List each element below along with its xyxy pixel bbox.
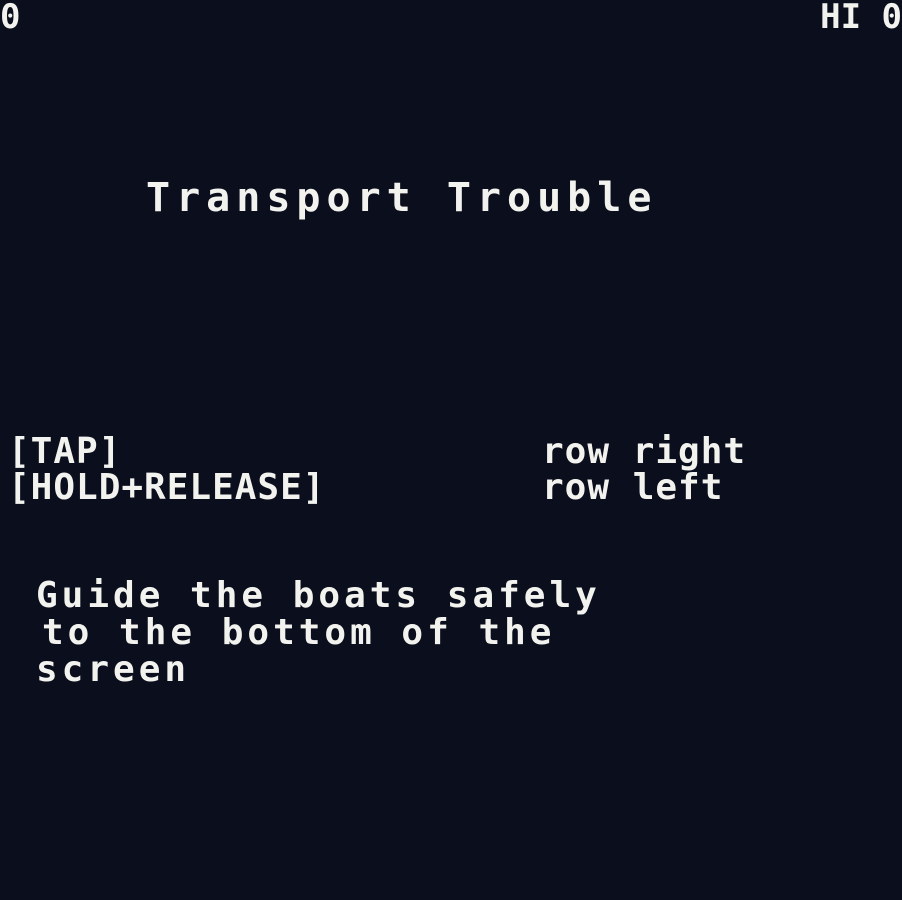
game-title: Transport Trouble — [146, 175, 658, 221]
control-tap-action: row right — [542, 431, 747, 472]
score-display: 0 — [0, 0, 21, 37]
game-screen[interactable]: { "hud": { "score": "0", "hi_score": "HI… — [0, 0, 902, 900]
description-line: Guide the boats safely — [36, 575, 601, 616]
control-hold-key: [HOLD+RELEASE] — [8, 467, 326, 508]
description-line: to the bottom of the — [42, 612, 556, 653]
description-line: screen — [36, 649, 191, 690]
hi-score-display: HI 0 — [820, 0, 902, 37]
control-tap-key: [TAP] — [8, 431, 122, 472]
control-hold-action: row left — [542, 467, 724, 508]
